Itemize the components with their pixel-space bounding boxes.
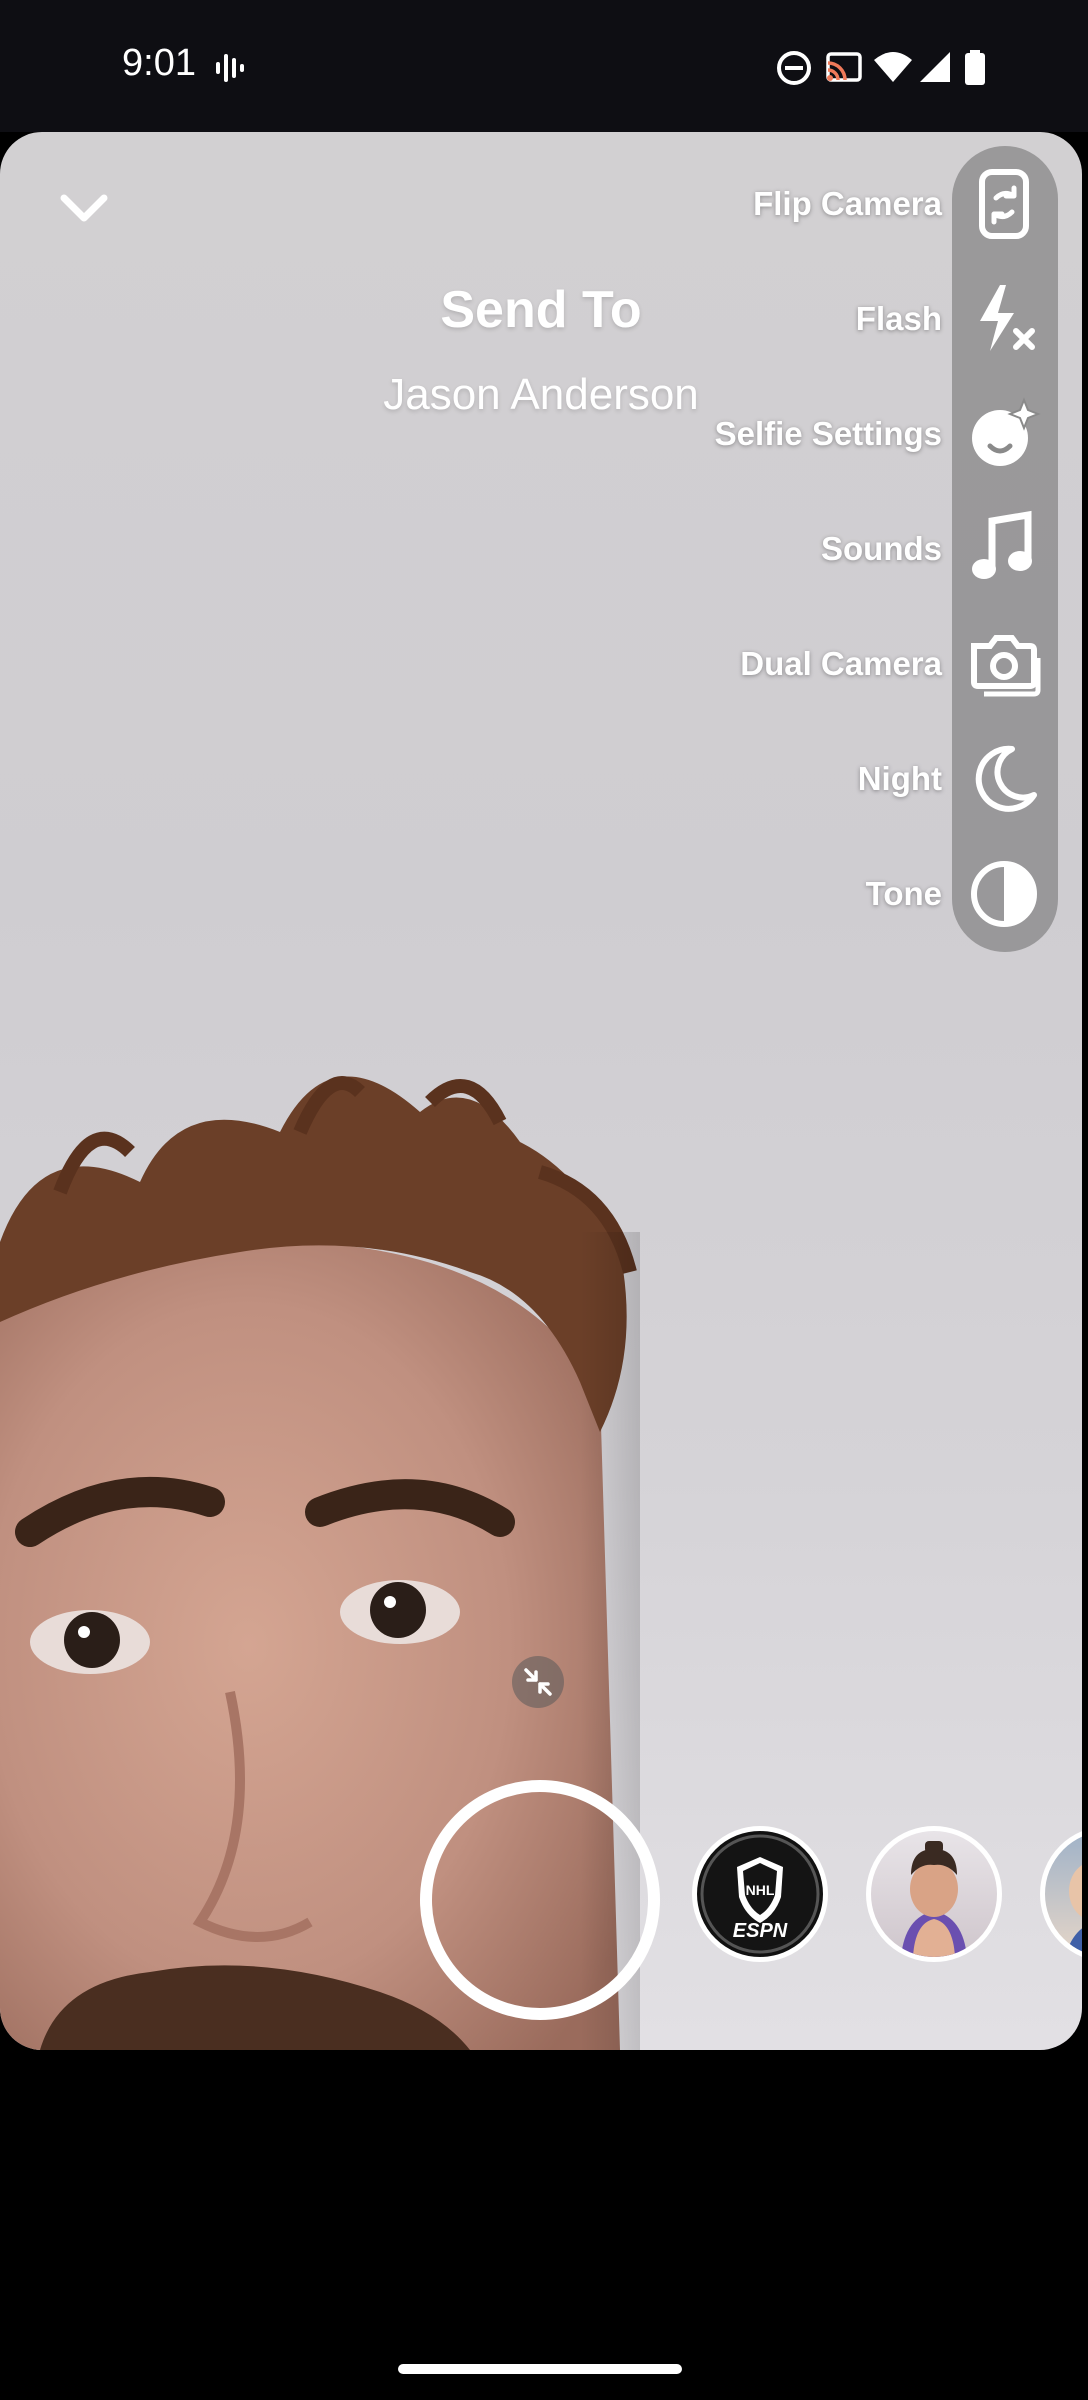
tool-dual-camera[interactable]: Dual Camera — [0, 624, 1082, 704]
do-not-disturb-icon — [777, 51, 811, 85]
selfie-settings-icon — [972, 397, 1041, 466]
tool-night[interactable]: Night — [0, 739, 1082, 819]
flip-camera-icon — [979, 169, 1029, 239]
cast-icon — [826, 52, 862, 82]
flash-off-icon — [980, 285, 1035, 351]
tool-label: Sounds — [821, 530, 942, 567]
music-note-icon — [972, 510, 1032, 579]
tool-label: Flip Camera — [753, 185, 942, 222]
tool-label: Selfie Settings — [714, 415, 942, 452]
status-bar: 9:01 — [0, 0, 1088, 132]
tool-label: Tone — [865, 875, 942, 912]
home-indicator[interactable] — [398, 2364, 682, 2374]
tool-selfie-settings[interactable]: Selfie Settings — [0, 394, 1082, 474]
tool-label: Dual Camera — [740, 645, 942, 682]
moon-icon — [975, 745, 1037, 812]
character-avatar-icon — [901, 1841, 967, 1957]
tool-label: Flash — [855, 300, 942, 337]
battery-icon — [965, 50, 985, 85]
svg-text:NHL: NHL — [746, 1882, 775, 1898]
signal-icon — [920, 52, 950, 82]
camera-viewfinder[interactable]: Send To Jason Anderson Flip Camera Flash… — [0, 132, 1082, 2050]
sound-wave-icon — [216, 54, 244, 82]
tool-sounds[interactable]: Sounds — [0, 509, 1082, 589]
minimize-arrows-icon — [524, 1668, 552, 1696]
lens-nhl-espn[interactable]: NHL ESPN — [692, 1826, 828, 1962]
lens-character[interactable] — [866, 1826, 1002, 1962]
wifi-icon — [874, 52, 912, 82]
tool-label: Night — [857, 760, 942, 797]
dual-camera-icon — [971, 635, 1041, 697]
tool-flash[interactable]: Flash — [0, 279, 1082, 359]
nhl-logo-icon: NHL ESPN — [700, 1834, 820, 1954]
tool-tone[interactable]: Tone — [0, 854, 1082, 934]
tool-flip-camera[interactable]: Flip Camera — [0, 164, 1082, 244]
tone-icon — [971, 861, 1037, 927]
svg-text:ESPN: ESPN — [733, 1920, 788, 1942]
zoom-toggle-button[interactable] — [512, 1656, 564, 1708]
status-time: 9:01 — [122, 42, 196, 84]
shutter-button[interactable] — [420, 1780, 660, 2020]
